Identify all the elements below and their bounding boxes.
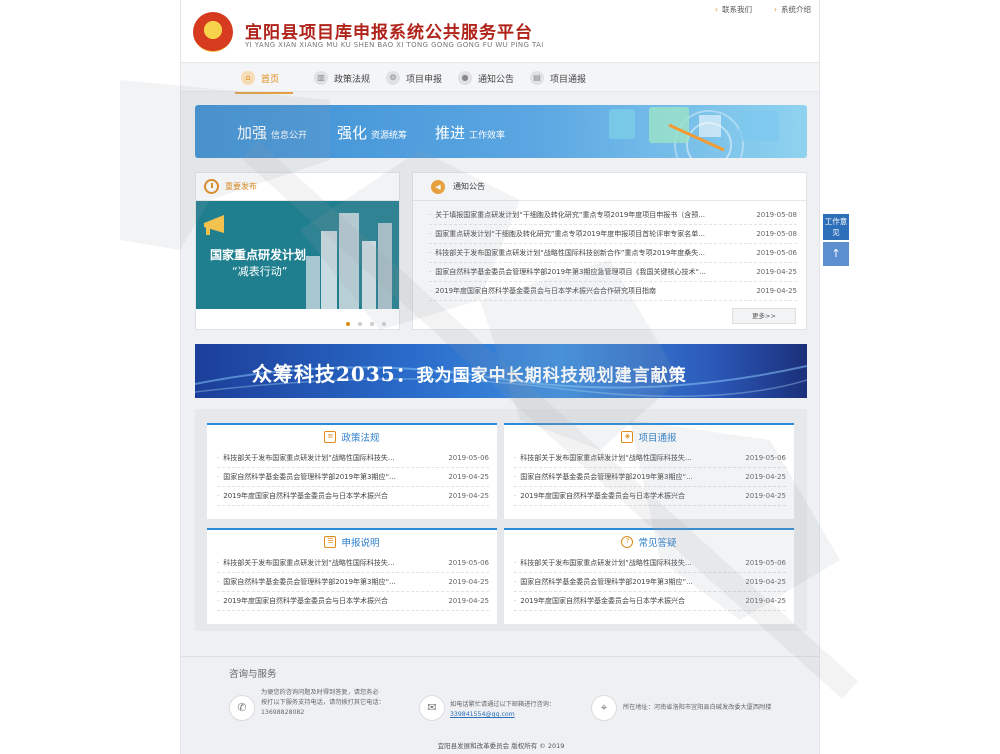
list-item[interactable]: 科技部关于发布国家重点研发计划“战略性国际科技失...2019-05-06 bbox=[514, 554, 786, 573]
clock-icon bbox=[204, 179, 219, 194]
card-title[interactable]: ≡ 政策法规 bbox=[207, 425, 497, 449]
important-subline: “减表行动” bbox=[232, 265, 288, 278]
speaker-icon: ◀ bbox=[431, 179, 445, 194]
nav-apply[interactable]: ⚙ 项目申报 bbox=[386, 63, 442, 93]
slogan-1: 加强 信息公开 bbox=[237, 124, 308, 142]
carousel-dots bbox=[346, 322, 386, 326]
nav-home[interactable]: ⌂ 首页 bbox=[234, 63, 294, 94]
important-header: 重要发布 bbox=[196, 173, 399, 201]
question-icon: ? bbox=[621, 536, 634, 548]
list-item[interactable]: 国家自然科学基金委员会管理科学部2019年第3期应“...2019-04-25 bbox=[514, 573, 786, 592]
list-item[interactable]: 国家自然科学基金委员会管理科学部2019年第3期应急管理项目《我国关键核心技术“… bbox=[429, 263, 797, 282]
list-icon: ☰ bbox=[324, 536, 337, 548]
list-item[interactable]: 2019年度国家自然科学基金委员会与日本学术振兴合2019-04-25 bbox=[217, 592, 489, 611]
email-info: 如电话繁忙请通过以下邮箱进行咨询： 339841554@qq.com bbox=[450, 701, 556, 720]
about-link[interactable]: › 系统介绍 bbox=[774, 4, 811, 15]
list-item[interactable]: 科技部关于发布国家重点研发计划“战略性国际科技失...2019-05-06 bbox=[217, 449, 489, 468]
carousel-dot[interactable] bbox=[382, 322, 386, 326]
carousel-dot[interactable] bbox=[370, 322, 374, 326]
page: ★ 宜阳县项目库申报系统公共服务平台 YI YANG XIAN XIANG MU… bbox=[180, 0, 820, 754]
list-item[interactable]: 科技部关于发布国家重点研发计划“战略性国际科技失...2019-05-06 bbox=[217, 554, 489, 573]
arrow-icon: › bbox=[774, 5, 777, 14]
user-icon: ● bbox=[458, 71, 472, 85]
list-item[interactable]: 国家重点研发计划“干细胞及转化研究”重点专项2019年度申报项目首轮评审专家名单… bbox=[429, 225, 797, 244]
top-links: › 联系我们 › 系统介绍 bbox=[715, 4, 811, 15]
important-headline: 国家重点研发计划 bbox=[210, 248, 307, 262]
notice-header: ◀ 通知公告 bbox=[413, 173, 806, 201]
list-item[interactable]: 国家自然科学基金委员会管理科学部2019年第3期应“...2019-04-25 bbox=[514, 468, 786, 487]
email-link[interactable]: 339841554@qq.com bbox=[450, 710, 555, 720]
national-emblem-icon: ★ bbox=[193, 12, 233, 52]
card-title[interactable]: ☰ 申报说明 bbox=[207, 530, 497, 554]
list-item[interactable]: 国家自然科学基金委员会管理科学部2019年第3期应“...2019-04-25 bbox=[217, 573, 489, 592]
phone-info: 为便您的咨询问题及时得到答复，请您务必 按打以下服务支持电话，请勿拨打其它电话：… bbox=[261, 689, 385, 716]
list-item[interactable]: 科技部关于发布国家重点研发计划“战略性国际科技创新合作”重点专项2019年度桑失… bbox=[429, 244, 797, 263]
crowdsource-banner[interactable]: 众筹科技2035：我为国家中长期科技规划建言献策 bbox=[195, 344, 807, 398]
document-icon: ≡ bbox=[324, 431, 337, 443]
list-item[interactable]: 关于填报国家重点研发计划“干细胞及转化研究”重点专项2019年度项目申报书（含预… bbox=[429, 206, 797, 225]
home-icon: ⌂ bbox=[241, 71, 255, 85]
nav-policy[interactable]: ▥ 政策法规 bbox=[314, 63, 370, 93]
tech-illustration bbox=[609, 107, 779, 158]
slogan-2: 强化 资源统筹 bbox=[337, 124, 408, 142]
list-item[interactable]: 国家自然科学基金委员会管理科学部2019年第3期应“...2019-04-25 bbox=[217, 468, 489, 487]
layers-icon: ◈ bbox=[621, 431, 634, 443]
card-policy: ≡政策法规 科技部关于发布国家重点研发计划“战略性国际科技失...2019-05… bbox=[207, 423, 497, 519]
contact-link[interactable]: › 联系我们 bbox=[715, 4, 752, 15]
address-info: 所在地址：河南省洛阳市宜阳县白碱发改委大厦西附楼 bbox=[623, 704, 772, 711]
nav-notice[interactable]: ● 通知公告 bbox=[458, 63, 514, 93]
chart-icon: ▥ bbox=[314, 71, 328, 85]
notice-panel: ◀通知公告 关于填报国家重点研发计划“干细胞及转化研究”重点专项2019年度项目… bbox=[412, 172, 807, 330]
card-faq: ?常见答疑 科技部关于发布国家重点研发计划“战略性国际科技失...2019-05… bbox=[504, 528, 794, 624]
list-item[interactable]: 2019年度国家自然科学基金委员会与日本学术振兴合2019-04-25 bbox=[514, 592, 786, 611]
mail-icon: ✉ bbox=[419, 695, 445, 721]
more-button[interactable]: 更多>> bbox=[732, 308, 796, 324]
back-to-top-button[interactable]: ↑ bbox=[823, 242, 849, 266]
arrow-icon: › bbox=[715, 5, 718, 14]
carousel-dot[interactable] bbox=[358, 322, 362, 326]
card-title[interactable]: ? 常见答疑 bbox=[504, 530, 794, 554]
slogan-banner: 加强 信息公开 强化 资源统筹 推进 工作效率 bbox=[195, 105, 807, 158]
list-item[interactable]: 科技部关于发布国家重点研发计划“战略性国际科技失...2019-05-06 bbox=[514, 449, 786, 468]
list-item[interactable]: 2019年度国家自然科学基金委员会与日本学术振兴合2019-04-25 bbox=[217, 487, 489, 506]
list-item[interactable]: 2019年度国家自然科学基金委员会与日本学术振兴合2019-04-25 bbox=[514, 487, 786, 506]
message-icon: ▤ bbox=[530, 71, 544, 85]
feedback-button[interactable]: 工作意见 bbox=[823, 214, 849, 240]
important-image[interactable]: 国家重点研发计划 “减表行动” bbox=[196, 201, 399, 309]
copyright: 宜阳县发展和改革委员会 版权所有 © 2019 bbox=[437, 742, 565, 750]
nav-report[interactable]: ▤ 项目通报 bbox=[530, 63, 586, 93]
card-title[interactable]: ◈ 项目通报 bbox=[504, 425, 794, 449]
side-float: 工作意见 ↑ bbox=[823, 214, 849, 266]
carousel-dot[interactable] bbox=[346, 322, 350, 326]
list-item[interactable]: 2019年度国家自然科学基金委员会与日本学术振兴会合作研究项目指南2019-04… bbox=[429, 282, 797, 301]
important-release-panel: 重要发布 国家重点研发计划 “减表行动” bbox=[195, 172, 400, 330]
card-instructions: ☰申报说明 科技部关于发布国家重点研发计划“战略性国际科技失...2019-05… bbox=[207, 528, 497, 624]
site-subtitle: YI YANG XIAN XIANG MU KU SHEN BAO XI TON… bbox=[245, 41, 544, 49]
gear-icon: ⚙ bbox=[386, 71, 400, 85]
location-icon: ⌖ bbox=[591, 695, 617, 721]
slogan-3: 推进 工作效率 bbox=[435, 124, 506, 142]
main-nav: ⌂ 首页 ▥ 政策法规 ⚙ 项目申报 ● 通知公告 ▤ 项目通报 bbox=[181, 62, 819, 94]
card-report: ◈项目通报 科技部关于发布国家重点研发计划“战略性国际科技失...2019-05… bbox=[504, 423, 794, 519]
crowdsource-banner-text: 众筹科技2035：我为国家中长期科技规划建言献策 bbox=[252, 362, 687, 386]
footer: 咨询与服务 ✆ 为便您的咨询问题及时得到答复，请您务必 按打以下服务支持电话，请… bbox=[181, 656, 819, 754]
phone-icon: ✆ bbox=[229, 695, 255, 721]
site-title: 宜阳县项目库申报系统公共服务平台 bbox=[245, 23, 533, 43]
info-cards-section: ≡政策法规 科技部关于发布国家重点研发计划“战略性国际科技失...2019-05… bbox=[195, 409, 807, 631]
header: ★ 宜阳县项目库申报系统公共服务平台 YI YANG XIAN XIANG MU… bbox=[181, 0, 819, 62]
footer-title: 咨询与服务 bbox=[229, 669, 277, 680]
